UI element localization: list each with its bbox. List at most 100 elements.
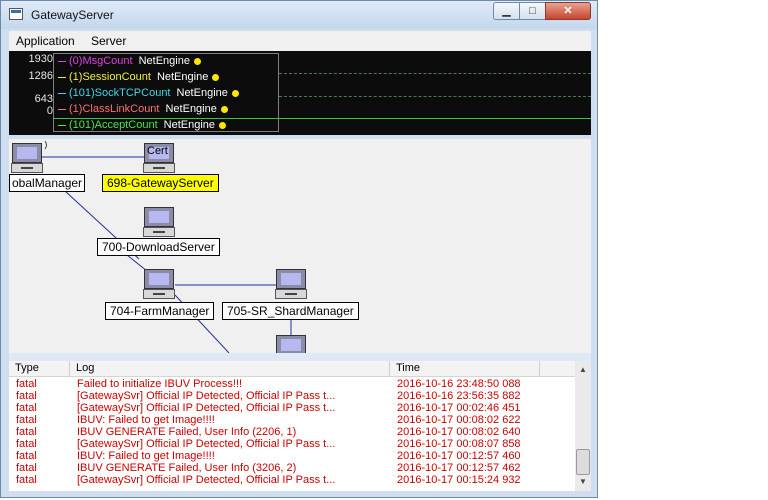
log-row[interactable]: fatal [GatewaySvr] Official IP Detected, … (9, 402, 575, 414)
log-message: IBUV: Failed to get Image!!!! (77, 414, 215, 426)
y-tick-label: 0 (46, 105, 53, 117)
log-time: 2016-10-17 00:08:02 622 (397, 414, 521, 426)
log-message: [GatewaySvr] Official IP Detected, Offic… (77, 438, 336, 450)
status-dot-icon (193, 57, 201, 65)
legend-source: NetEngine (163, 119, 216, 131)
log-time: 2016-10-17 00:08:02 640 (397, 426, 521, 438)
node-label-farm-manager[interactable]: 704-FarmManager (105, 302, 215, 320)
window-app-icon (9, 8, 23, 20)
log-type: fatal (16, 402, 37, 414)
legend-item-session-count[interactable]: (1)SessionCount NetEngine (58, 71, 220, 87)
log-type: fatal (16, 378, 37, 390)
server-node-icon[interactable] (143, 269, 175, 299)
log-row[interactable]: fatal IBUV: Failed to get Image!!!! 2016-1… (9, 450, 575, 462)
log-message: Failed to initialize IBUV Process!!! (77, 378, 243, 390)
main-window: GatewayServer ▁ □ ✕ Application Server 1… (0, 0, 598, 498)
menu-server[interactable]: Server (91, 34, 126, 48)
log-time: 2016-10-17 00:15:24 932 (397, 474, 521, 486)
status-dot-icon (212, 73, 220, 81)
log-row[interactable]: fatal [GatewaySvr] Official IP Detected, … (9, 474, 575, 486)
log-type: fatal (16, 414, 37, 426)
server-node-icon[interactable] (275, 269, 307, 299)
legend-label: (0)MsgCount (69, 55, 133, 67)
log-type: fatal (16, 450, 37, 462)
scroll-thumb[interactable] (576, 449, 590, 475)
legend: (0)MsgCount NetEngine (1)SessionCount NetE… (53, 53, 279, 132)
log-message: [GatewaySvr] Official IP Detected, Offic… (77, 390, 336, 402)
log-time: 2016-10-17 00:12:57 460 (397, 450, 521, 462)
cert-server-node-icon[interactable]: Cert (143, 143, 175, 173)
log-message: IBUV GENERATE Failed, User Info (3206, 2… (77, 462, 297, 474)
log-time: 2016-10-16 23:56:35 882 (397, 390, 521, 402)
minimize-button[interactable]: ▁ (493, 2, 520, 20)
window-title: GatewayServer (31, 8, 114, 22)
legend-label: (101)SockTCPCount (69, 87, 171, 99)
legend-item-class-link-count[interactable]: (1)ClassLinkCount NetEngine (58, 103, 228, 119)
status-dot-icon (219, 121, 227, 129)
status-dot-icon (231, 89, 239, 97)
legend-source: NetEngine (165, 103, 217, 115)
legend-label: (1)ClassLinkCount (69, 103, 160, 115)
server-node-icon[interactable] (275, 335, 307, 353)
legend-item-msg-count[interactable]: (0)MsgCount NetEngine (58, 55, 201, 71)
legend-item-accept-count[interactable]: (101)AcceptCount NetEngine (58, 119, 227, 135)
log-type: fatal (16, 462, 37, 474)
link-glyph (44, 140, 47, 150)
log-header: Type Log Time (9, 361, 575, 377)
legend-source: NetEngine (156, 71, 209, 83)
maximize-button[interactable]: □ (519, 2, 546, 20)
log-row[interactable]: fatal IBUV GENERATE Failed, User Info (32… (9, 462, 575, 474)
grid-line (279, 73, 591, 74)
log-message: IBUV GENERATE Failed, User Info (2206, 1… (77, 426, 297, 438)
cert-label: Cert (147, 145, 168, 157)
legend-swatch (58, 76, 66, 78)
server-node-icon[interactable] (143, 207, 175, 237)
legend-label: (1)SessionCount (69, 71, 151, 83)
legend-swatch (58, 124, 66, 126)
log-message: IBUV: Failed to get Image!!!! (77, 450, 215, 462)
menu-bar: Application Server (9, 31, 591, 51)
title-bar[interactable]: GatewayServer ▁ □ ✕ (1, 1, 597, 29)
log-message: [GatewaySvr] Official IP Detected, Offic… (77, 474, 336, 486)
scroll-down-icon[interactable]: ▼ (575, 475, 591, 489)
legend-swatch (58, 60, 66, 62)
log-time: 2016-10-17 00:02:46 451 (397, 402, 521, 414)
panel-splitter[interactable] (9, 353, 591, 361)
log-type: fatal (16, 426, 37, 438)
column-header-log[interactable]: Log (70, 361, 390, 376)
log-message: [GatewaySvr] Official IP Detected, Offic… (77, 402, 336, 414)
log-row[interactable]: fatal IBUV: Failed to get Image!!!! 2016-1… (9, 414, 575, 426)
close-button[interactable]: ✕ (545, 2, 591, 20)
y-tick-label: 1930 (28, 53, 53, 65)
server-node-icon[interactable] (11, 143, 43, 173)
legend-swatch (58, 92, 66, 94)
y-tick-label: 1286 (28, 70, 53, 82)
node-label-gateway-server[interactable]: 698-GatewayServer (102, 174, 219, 192)
performance-monitor: 1930 1286 643 0 (0)MsgCount NetEngine (1)… (9, 51, 591, 135)
log-row[interactable]: fatal [GatewaySvr] Official IP Detected, … (9, 390, 575, 402)
legend-swatch (58, 108, 66, 110)
node-label-global-manager[interactable]: obalManager (9, 174, 85, 192)
grid-line (279, 96, 591, 97)
column-header-time[interactable]: Time (390, 361, 540, 376)
legend-source: NetEngine (176, 87, 228, 99)
log-row[interactable]: fatal IBUV GENERATE Failed, User Info (22… (9, 426, 575, 438)
scroll-up-icon[interactable]: ▲ (575, 363, 591, 377)
status-dot-icon (220, 105, 228, 113)
log-type: fatal (16, 438, 37, 450)
server-topology[interactable]: obalManager Cert 698-GatewayServer 700-D… (9, 139, 591, 353)
legend-source: NetEngine (138, 55, 190, 67)
menu-application[interactable]: Application (16, 34, 75, 48)
log-row[interactable]: fatal Failed to initialize IBUV Process!!… (9, 378, 575, 390)
log-scrollbar[interactable]: ▲ ▼ (575, 361, 591, 491)
log-type: fatal (16, 390, 37, 402)
legend-item-sock-tcp-count[interactable]: (101)SockTCPCount NetEngine (58, 87, 239, 103)
node-label-shard-manager[interactable]: 705-SR_ShardManager (222, 302, 359, 320)
log-row[interactable]: fatal [GatewaySvr] Official IP Detected, … (9, 438, 575, 450)
column-header-type[interactable]: Type (9, 361, 70, 376)
log-type: fatal (16, 474, 37, 486)
log-time: 2016-10-16 23:48:50 088 (397, 378, 521, 390)
log-time: 2016-10-17 00:08:07 858 (397, 438, 521, 450)
node-label-download-server[interactable]: 700-DownloadServer (97, 238, 220, 256)
log-time: 2016-10-17 00:12:57 462 (397, 462, 521, 474)
